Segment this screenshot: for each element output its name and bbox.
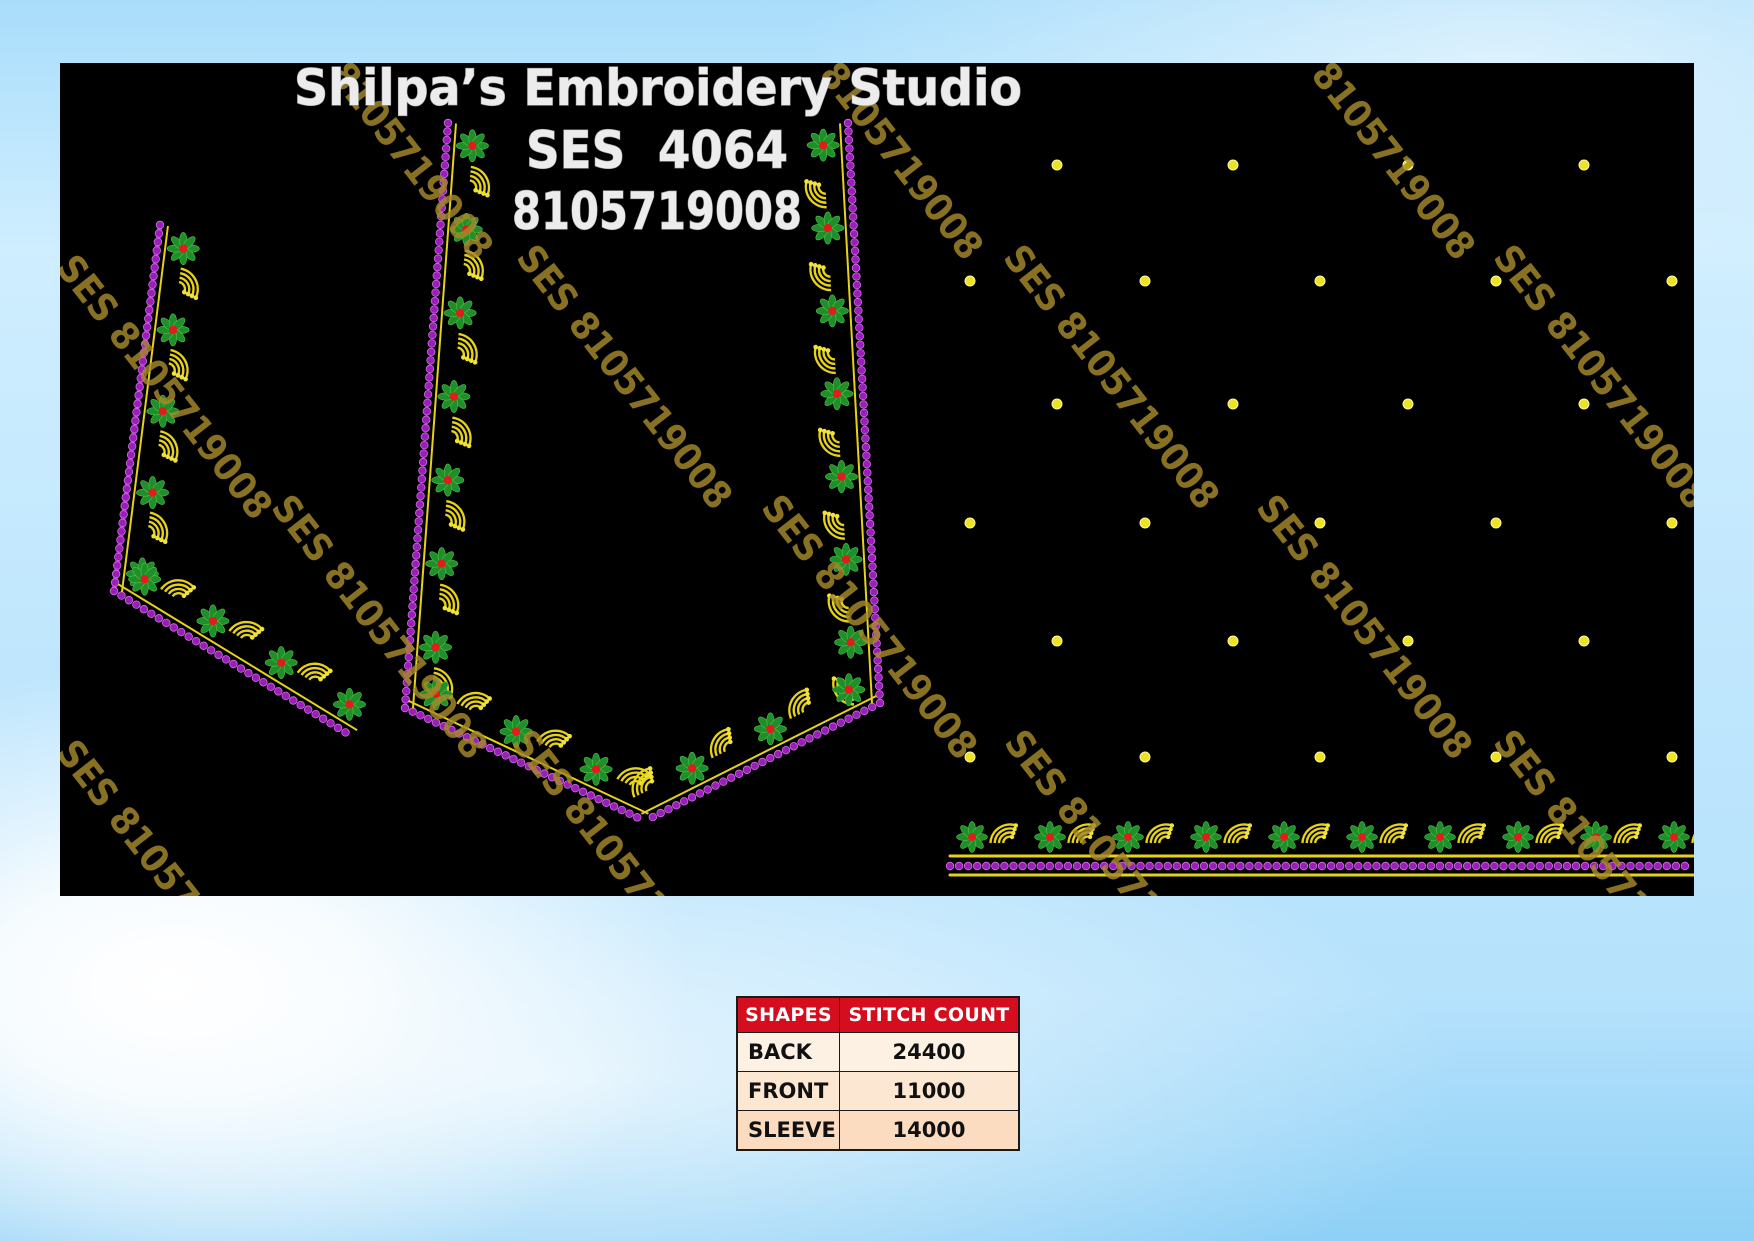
leaf-swirl-motif (1613, 823, 1643, 844)
leaf-swirl-motif (709, 726, 733, 759)
flower-motif (825, 460, 858, 493)
design-code: SES 4064 (526, 121, 788, 181)
leaf-swirl-motif (457, 332, 478, 365)
flower-motif (166, 232, 200, 265)
table-header-row: SHAPES STITCH COUNT (736, 996, 1020, 1033)
leaf-swirl-motif (616, 767, 652, 786)
leaf-swirl-motif (788, 687, 811, 720)
flower-motif (820, 377, 854, 411)
flower-motif (437, 380, 471, 413)
leaf-swirl-motif (817, 427, 841, 458)
shape-cell: SLEEVE (736, 1110, 840, 1151)
flower-motif (754, 712, 787, 746)
flower-motif (196, 604, 230, 638)
leaf-swirl-motif (160, 579, 197, 599)
table-row: SLEEVE 14000 (736, 1110, 1020, 1151)
flower-motif (1346, 821, 1378, 853)
leaf-swirl-motif (469, 165, 491, 198)
leaf-swirl-motif (438, 583, 460, 616)
leaf-swirl-motif (813, 344, 836, 375)
leaf-swirl-motif (296, 662, 333, 682)
stitch-count-column-header: STITCH COUNT (839, 996, 1020, 1033)
flower-motif (455, 129, 489, 163)
flower-motif (333, 687, 366, 721)
stitch-count-cell: 24400 (839, 1032, 1020, 1072)
flower-motif (156, 313, 190, 347)
leaf-swirl-motif (1145, 823, 1175, 844)
sleeve-dot-pattern (964, 159, 1678, 763)
flower-motif (1424, 821, 1456, 853)
leaf-swirl-motif (1379, 823, 1409, 844)
table-row: FRONT 11000 (736, 1071, 1020, 1111)
shape-cell: FRONT (736, 1071, 840, 1111)
studio-name: Shilpa’s Embroidery Studio (294, 63, 1022, 117)
leaf-swirl-motif (1457, 823, 1487, 844)
shape-cell: BACK (736, 1032, 840, 1072)
flower-motif (811, 211, 845, 245)
watermark-text: 8105719008 (1303, 63, 1484, 268)
leaf-swirl-motif (1691, 833, 1694, 844)
flower-motif (431, 463, 465, 497)
flower-motif (1502, 821, 1534, 853)
stitch-count-table: SHAPES STITCH COUNT BACK 24400 FRONT 110… (736, 996, 1020, 1151)
watermark-text: SES 8105719008 (508, 236, 741, 517)
leaf-swirl-motif (1301, 823, 1331, 844)
flower-motif (806, 128, 840, 162)
flower-motif (128, 562, 162, 596)
shapes-column-header: SHAPES (736, 996, 840, 1033)
watermark-text: SES 8105719008 (60, 731, 281, 896)
leaf-swirl-motif (804, 179, 827, 209)
watermark-text: SES 8105719008 (1485, 721, 1694, 896)
flower-motif (425, 547, 459, 581)
flower-motif (264, 646, 298, 680)
leaf-swirl-motif (1223, 823, 1253, 844)
leaf-swirl-motif (451, 416, 472, 449)
leaf-swirl-motif (147, 511, 169, 545)
phone-number: 8105719008 (512, 182, 802, 242)
leaf-swirl-motif (989, 823, 1019, 844)
flower-motif (832, 673, 866, 706)
leaf-swirl-motif (178, 267, 199, 301)
table-row: BACK 24400 (736, 1032, 1020, 1072)
leaf-swirl-motif (444, 500, 466, 532)
flower-motif (136, 476, 169, 509)
flower-motif (1268, 821, 1300, 853)
watermark-text: SES 8105719008 (995, 236, 1228, 517)
leaf-swirl-motif (228, 620, 265, 640)
flower-motif (1190, 821, 1222, 853)
watermark-layer: SES 8105719008 SES 8105719008 SES 81057190… (60, 63, 1694, 896)
stitch-count-cell: 14000 (839, 1110, 1020, 1151)
watermark-text: SES 8105719008 (1248, 486, 1481, 767)
watermark-text: SES 8105719008 (1485, 236, 1694, 517)
stitch-count-cell: 11000 (839, 1071, 1020, 1111)
embroidery-design-artwork: SES 8105719008 SES 8105719008 SES 81057190… (60, 63, 1694, 896)
embroidery-design-canvas: SES 8105719008 SES 8105719008 SES 81057190… (60, 63, 1694, 896)
flower-motif (675, 751, 709, 785)
watermark-text: SES 8105719008 (60, 246, 281, 527)
flower-motif (443, 296, 477, 330)
flower-motif (956, 821, 988, 853)
flower-motif (1658, 821, 1690, 853)
leaf-swirl-motif (808, 261, 832, 292)
flower-motif (815, 294, 849, 328)
